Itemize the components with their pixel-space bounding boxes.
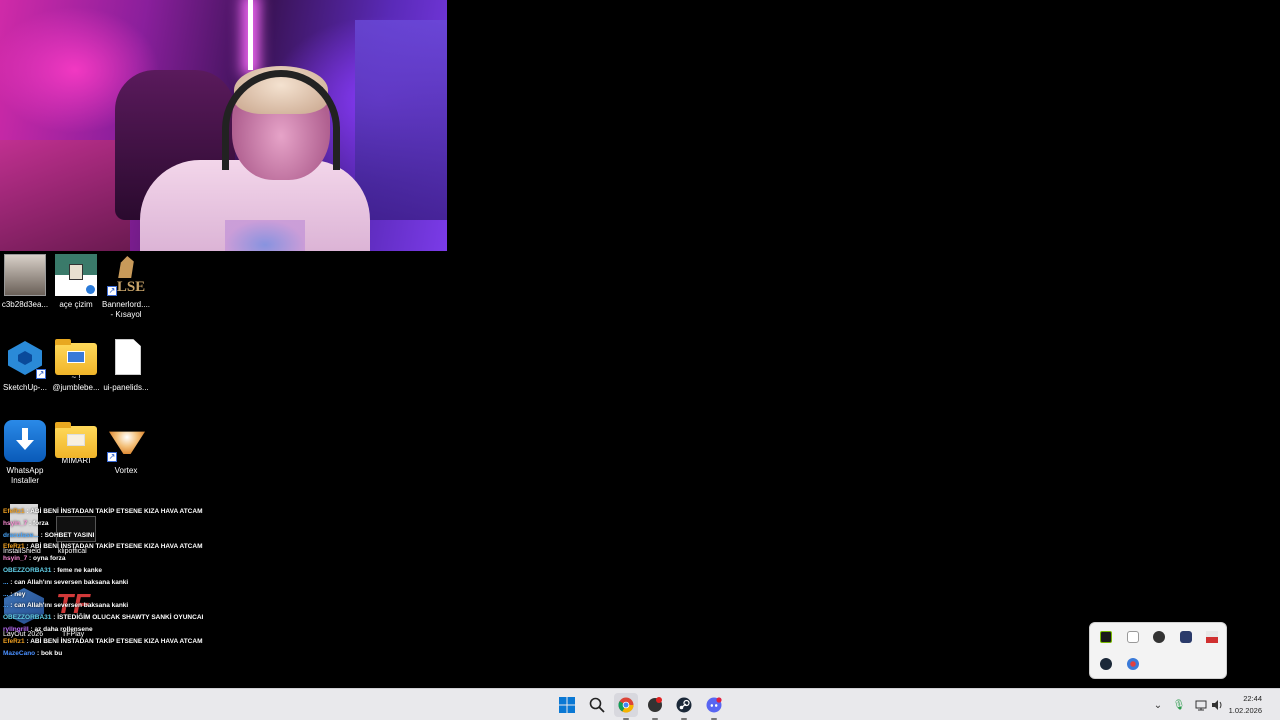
tray-chevron-up-icon[interactable]: ⌄ [1152,699,1164,711]
chat-text: can Allah'ını seversen baksana kanki [14,578,129,586]
chat-text: SOHBET YASINI [44,531,95,539]
chat-text: ney [14,590,26,598]
folder-icon [55,339,97,375]
chat-message: MazeCano : bok bu [3,649,63,657]
webcam-overlay [0,0,447,251]
desktop-icon-ui-panelids[interactable]: ui-panelids... [101,337,151,393]
chat-message: OBEZZORBA31 : feme ne kanke [3,566,102,574]
chat-message: OBEZZORBA31 : İSTEDİĞİM OLUCAK SHAWTY SA… [3,612,203,624]
chat-text: oyna forza [33,555,66,563]
chat-text: ABİ BENİ İNSTADAN TAKİP ETSENE KIZA HAVA… [30,637,203,645]
nvidia-icon[interactable] [1100,631,1112,643]
taskbar: ⌄ 🎙 22:44 1.02.2026 [0,688,1280,720]
taskbar-chrome-button[interactable] [614,693,638,720]
lse-logo-icon: LSE ↗ [105,254,147,296]
chat-message: ryllngrill : az daha rollensene [3,625,93,633]
chat-username: EfeRz1 [3,508,25,515]
webcam-light-bar [248,0,253,70]
desktop-icon-label: WhatsApp [6,466,44,475]
app-tray-icon[interactable] [1153,631,1165,643]
desktop-icon-mimari-folder[interactable]: MİMARİ [51,420,101,466]
desktop-icon-image-file[interactable]: c3b28d3ea... [0,254,50,310]
search-icon [589,697,605,713]
desktop-icon-label: Bannerlord.... [101,300,151,309]
desktop-icon-label-line2: - Kısayol [110,310,142,319]
stream-chat-overlay: EfeRz1 : ABİ BENİ İNSTADAN TAKİP ETSENE … [3,506,203,659]
update-tray-icon[interactable] [1127,658,1139,670]
clock-time: 22:44 [1243,694,1262,703]
chat-username: OBEZZORBA31 [3,566,52,574]
chat-username: MazeCano [3,649,36,657]
taskbar-app-button[interactable] [643,693,667,720]
chat-text: can Allah'ını seversen baksana kanki [14,602,129,610]
desktop-icon-bannerlord[interactable]: LSE ↗ Bannerlord.... - Kısayol [101,254,151,320]
network-icon[interactable] [1195,699,1207,711]
vortex-icon: ↗ [105,420,147,462]
chat-message: hsyin_7 : forza [3,519,49,527]
webcam-bed [0,140,130,251]
start-button[interactable] [555,693,579,717]
chat-text: az daha rollensene [34,625,93,633]
desktop-icon-label: c3b28d3ea... [1,300,49,309]
taskbar-discord-button[interactable] [702,693,726,720]
blank-file-icon [105,337,147,379]
discord-icon [706,697,722,713]
sketchup-icon: ↗ [4,337,46,379]
desktop-icon-label-line2: @jumblebe... [52,383,100,392]
taskbar-search-button[interactable] [585,693,609,717]
desktop-icon-label: SketchUp-... [2,383,47,392]
chat-text: ABİ BENİ İNSTADAN TAKİP ETSENE KIZA HAVA… [30,543,203,551]
chat-text: bok bu [40,649,63,657]
desktop-icon-label: açe çizim [59,300,93,309]
steam-icon [676,697,692,713]
desktop-icon-label-line2: Installer [10,476,39,485]
clock-date: 1.02.2026 [1228,706,1262,715]
steam-tray-icon[interactable] [1100,658,1112,670]
webcam-wall [355,20,447,220]
discord-tray-icon[interactable] [1127,631,1139,643]
chat-username: OBEZZORBA31 [3,614,52,622]
chat-message: ... : can Allah'ını seversen baksana kan… [3,578,129,586]
desktop-screen: c3b28d3ea... açe çizim LSE ↗ Bannerlord.… [0,0,1280,720]
monitor-tray-icon[interactable] [1180,631,1192,643]
windows-start-icon [559,697,575,713]
taskbar-steam-button[interactable] [672,693,696,720]
folder-icon [55,422,97,458]
chrome-icon [618,697,634,713]
chat-username: ryllngrill [3,625,29,633]
chat-message: EfeRz1 : ABİ BENİ İNSTADAN TAKİP ETSENE … [3,508,203,515]
desktop-icon-vortex[interactable]: ↗ Vortex [101,420,151,476]
desktop-icon-label: Vortex [114,466,138,475]
image-thumbnail-icon [4,254,46,296]
chat-username: draculase... [3,531,39,539]
microphone-icon[interactable]: 🎙 [1173,699,1186,711]
app-red-icon [648,697,662,712]
chat-username: hsyin_7 [3,519,28,527]
chat-message: ... : can Allah'ını seversen baksana kan… [3,602,129,610]
desktop-icon-ace-cizim[interactable]: açe çizim [51,254,101,310]
chat-text: feme ne kanke [57,566,102,574]
tray-overflow-popup [1089,622,1227,679]
shield-tray-icon[interactable] [1206,631,1218,643]
desktop-icon-whatsapp-installer[interactable]: WhatsApp Installer [0,420,50,486]
chat-message: EfeRz1 : ABİ BENİ İNSTADAN TAKİP ETSENE … [3,637,203,645]
chat-text: forza [33,519,49,527]
chat-username: EfeRz1 [3,543,25,551]
desktop-icon-jumblebe-folder[interactable]: ~ ! @jumblebe... [51,337,101,393]
taskbar-clock[interactable]: 22:44 1.02.2026 [1229,693,1262,717]
volume-icon[interactable] [1211,699,1223,711]
chat-message: EfeRz1 : ABİ BENİ İNSTADAN TAKİP ETSENE … [3,543,203,551]
chat-text: ABİ BENİ İNSTADAN TAKİP ETSENE KIZA HAVA… [30,508,203,515]
chat-message: ... : ney [3,590,26,598]
chat-username: EfeRz1 [3,637,25,645]
webcam-shirt-print [225,220,305,251]
sketch-thumbnail-icon [55,254,97,296]
chat-text: İSTEDİĞİM OLUCAK SHAWTY SANKİ OYUNCAK [57,614,203,622]
chat-message: hsyin_7 : oyna forza [3,555,66,563]
download-icon [4,420,46,462]
desktop-icon-sketchup[interactable]: ↗ SketchUp-... [0,337,50,393]
desktop-icon-label: ui-panelids... [103,383,149,392]
chat-username: hsyin_7 [3,555,28,563]
chat-message: draculase... : SOHBET YASINI [3,531,95,539]
